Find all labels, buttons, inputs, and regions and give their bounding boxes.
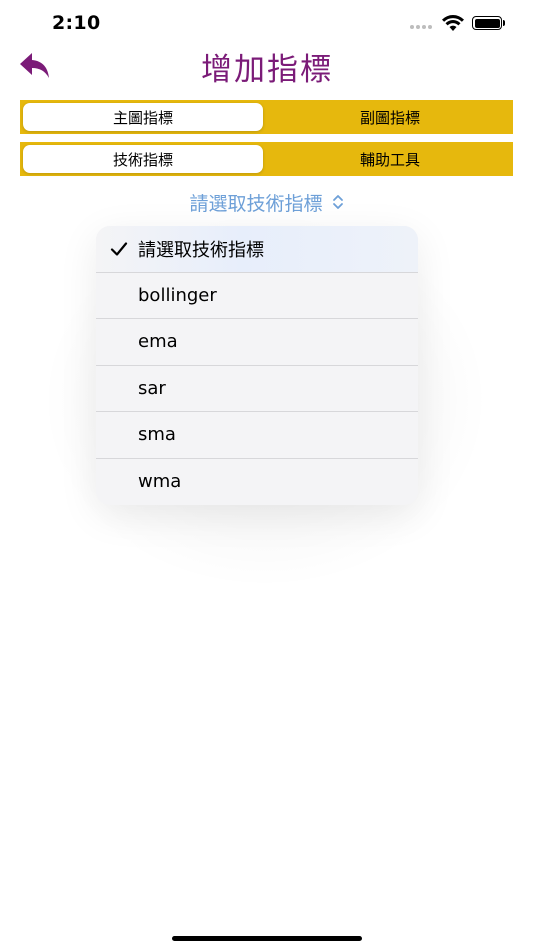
menu-item-label: sma xyxy=(138,424,176,446)
battery-tip xyxy=(503,20,505,26)
menu-item-sma[interactable]: sma xyxy=(96,412,418,459)
chart-type-segmented-control: 主圖指標 副圖指標 xyxy=(20,100,513,134)
battery-icon xyxy=(472,16,502,30)
menu-item-bollinger[interactable]: bollinger xyxy=(96,273,418,319)
chevron-up-down-icon xyxy=(332,195,343,209)
menu-item-wma[interactable]: wma xyxy=(96,459,418,506)
menu-item-sar[interactable]: sar xyxy=(96,366,418,412)
menu-item-placeholder[interactable]: 請選取技術指標 xyxy=(96,226,418,273)
home-indicator[interactable] xyxy=(172,936,362,941)
tool-type-segmented-control: 技術指標 輔助工具 xyxy=(20,142,513,176)
menu-item-ema[interactable]: ema xyxy=(96,319,418,366)
menu-item-label: ema xyxy=(138,331,178,353)
status-bar: 2:10 xyxy=(0,0,534,44)
menu-item-label: 請選取技術指標 xyxy=(138,239,264,261)
checkmark-icon xyxy=(110,242,128,256)
indicator-dropdown-menu: 請選取技術指標 bollinger ema sar sma wma xyxy=(96,226,418,505)
segment-main-chart-indicator[interactable]: 主圖指標 xyxy=(23,103,263,131)
menu-item-label: sar xyxy=(138,377,166,399)
segment-technical-indicator[interactable]: 技術指標 xyxy=(23,145,263,173)
segment-auxiliary-tools[interactable]: 輔助工具 xyxy=(270,145,510,173)
segment-sub-chart-indicator[interactable]: 副圖指標 xyxy=(270,103,510,131)
page-title: 增加指標 xyxy=(201,52,333,88)
cellular-signal-icon xyxy=(410,25,432,29)
menu-item-label: bollinger xyxy=(138,284,217,306)
status-time: 2:10 xyxy=(52,12,101,34)
wifi-icon xyxy=(442,15,464,31)
menu-item-label: wma xyxy=(138,471,182,493)
